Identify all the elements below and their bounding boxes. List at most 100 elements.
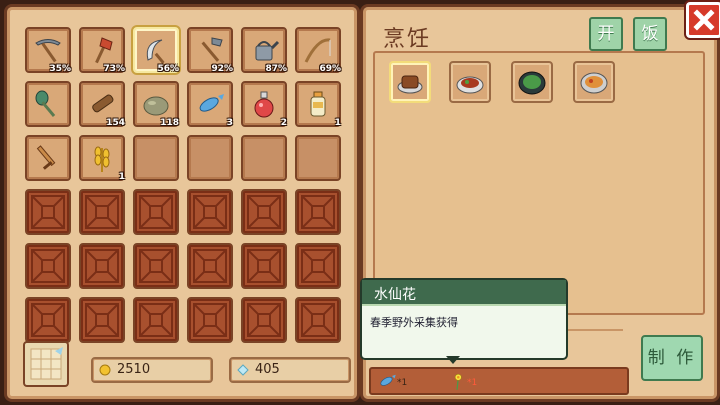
slot-count: 87% xyxy=(265,64,287,74)
recipe-slot[interactable] xyxy=(573,61,615,103)
inventory-slot[interactable]: 69% xyxy=(295,27,341,74)
ingredient-count: *1 xyxy=(467,378,478,388)
locked-slot-icon xyxy=(31,303,65,337)
bread-dish-icon xyxy=(397,75,423,94)
daffodil-icon xyxy=(454,373,462,390)
locked-slot-icon xyxy=(301,249,335,283)
locked-slot xyxy=(187,243,233,289)
recipe-slot[interactable] xyxy=(449,61,491,103)
inventory-slot[interactable]: 56% xyxy=(133,27,179,74)
inventory-slot[interactable] xyxy=(25,81,71,127)
hoe-icon xyxy=(201,37,223,62)
tab-open[interactable]: 开 xyxy=(589,17,623,51)
ingredient-item[interactable]: *1 xyxy=(447,371,481,391)
recipe-slot[interactable] xyxy=(511,61,553,103)
inventory-slot[interactable]: 92% xyxy=(187,27,233,74)
locked-slot-icon xyxy=(247,195,281,229)
bag-grid-button[interactable] xyxy=(23,341,69,387)
craft-button[interactable]: 制 作 xyxy=(641,335,703,381)
empty-slot[interactable] xyxy=(241,135,287,181)
close-button[interactable] xyxy=(686,2,720,38)
inventory-slot[interactable]: 2 xyxy=(241,81,287,128)
slot-count: 118 xyxy=(160,118,179,128)
gold-coin-icon xyxy=(99,364,111,376)
locked-slot xyxy=(295,243,341,289)
locked-slot-icon xyxy=(139,249,173,283)
locked-slot xyxy=(133,243,179,289)
inventory-slot[interactable]: 154 xyxy=(79,81,125,128)
slot-count: 35% xyxy=(49,64,71,74)
ingredient-bar: *1 *1 xyxy=(369,367,629,395)
gem-icon xyxy=(237,364,249,376)
locked-slot xyxy=(79,189,125,235)
locked-slot xyxy=(25,189,71,235)
locked-slot xyxy=(187,189,233,235)
locked-slot-icon xyxy=(139,303,173,337)
slot-count: 3 xyxy=(226,118,233,128)
locked-slot xyxy=(295,297,341,343)
inventory-panel: 35% 73% 56% 92% 87% 69% 154 118 3 2 1 1 2510 405 xyxy=(4,4,360,402)
slot-count: 1 xyxy=(334,118,341,128)
inventory-slot[interactable]: 73% xyxy=(79,27,125,74)
locked-slot-icon xyxy=(85,303,119,337)
inventory-grid: 35% 73% 56% 92% 87% 69% 154 118 3 2 1 1 xyxy=(25,27,341,343)
axe-icon xyxy=(95,37,113,64)
tooltip-arrow xyxy=(446,356,460,364)
slot-count: 92% xyxy=(211,64,233,74)
locked-slot xyxy=(133,189,179,235)
pickaxe-icon xyxy=(35,39,61,63)
empty-slot[interactable] xyxy=(133,135,179,181)
gem-amount: 405 xyxy=(255,362,280,377)
inventory-slot[interactable]: 87% xyxy=(241,27,287,74)
fish-icon xyxy=(199,94,224,112)
gold-counter: 2510 xyxy=(91,357,213,383)
empty-slot[interactable] xyxy=(295,135,341,181)
locked-slot-icon xyxy=(31,249,65,283)
tooltip-header: 水仙花 xyxy=(362,280,566,306)
meat-stew-dish-icon xyxy=(456,76,484,94)
locked-slot xyxy=(241,243,287,289)
inventory-slot[interactable] xyxy=(25,135,71,181)
locked-slot xyxy=(25,297,71,343)
locked-slot-icon xyxy=(85,195,119,229)
tab-rice[interactable]: 饭 xyxy=(633,17,667,51)
locked-slot-icon xyxy=(193,195,227,229)
bag-grid-icon xyxy=(30,347,63,380)
inventory-slot[interactable]: 1 xyxy=(79,135,125,182)
inventory-slot[interactable]: 3 xyxy=(187,81,233,128)
locked-slot-icon xyxy=(193,249,227,283)
shovel-icon xyxy=(35,90,56,117)
gold-amount: 2510 xyxy=(117,362,151,377)
slot-count: 56% xyxy=(157,64,179,74)
wooden-sword-icon xyxy=(36,145,56,170)
cooking-title-tab: 烹饪 xyxy=(373,15,583,52)
sickle-icon xyxy=(146,39,165,64)
red-potion-icon xyxy=(254,91,274,118)
locked-slot xyxy=(241,297,287,343)
inventory-slot[interactable]: 1 xyxy=(295,81,341,128)
locked-slot xyxy=(25,243,71,289)
fish-icon xyxy=(380,374,396,386)
curry-dish-icon xyxy=(580,72,608,94)
slot-count: 69% xyxy=(319,64,341,74)
ingredient-item[interactable]: *1 xyxy=(377,371,411,391)
locked-slot-icon xyxy=(31,195,65,229)
locked-slot-icon xyxy=(301,303,335,337)
recipe-slot[interactable] xyxy=(389,61,431,103)
green-soup-dish-icon xyxy=(518,71,546,95)
wood-log-icon xyxy=(92,94,114,113)
tooltip-title: 水仙花 xyxy=(374,287,416,303)
locked-slot xyxy=(295,189,341,235)
locked-slot xyxy=(241,189,287,235)
locked-slot-icon xyxy=(247,303,281,337)
locked-slot-icon xyxy=(85,249,119,283)
empty-slot[interactable] xyxy=(187,135,233,181)
inventory-slot[interactable]: 35% xyxy=(25,27,71,74)
wheat-icon xyxy=(94,146,110,172)
locked-slot xyxy=(79,297,125,343)
slot-count: 1 xyxy=(118,172,125,182)
recipe-list xyxy=(373,51,705,315)
locked-slot-icon xyxy=(301,195,335,229)
close-icon xyxy=(693,9,715,31)
inventory-slot[interactable]: 118 xyxy=(133,81,179,128)
